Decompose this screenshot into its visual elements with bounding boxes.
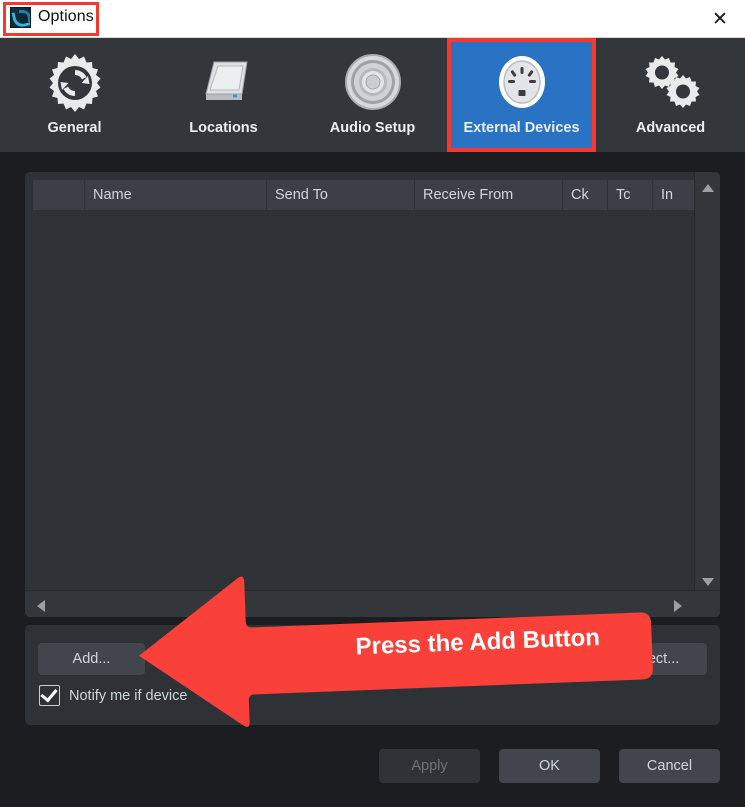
midi-connector-icon [490, 50, 554, 114]
scroll-up-arrow-icon[interactable] [702, 184, 714, 192]
device-actions-panel: Add... ...nect... Notify me if device [25, 625, 720, 725]
window-title: Options [38, 8, 94, 25]
title-bar: Options ✕ [0, 0, 745, 38]
two-gears-icon [639, 50, 703, 114]
column-header[interactable]: Receive From [415, 180, 563, 210]
tab-label: External Devices [463, 120, 580, 136]
settings-tab-bar: General Locations Audio Setup External D… [0, 38, 745, 152]
close-icon[interactable]: ✕ [703, 5, 737, 33]
notify-checkbox-row[interactable]: Notify me if device [39, 684, 188, 706]
column-header[interactable] [33, 180, 85, 210]
gear-refresh-icon [43, 50, 107, 114]
vertical-scrollbar[interactable] [694, 172, 720, 598]
options-dialog: Options ✕ General Locations Audio Setup … [0, 0, 745, 807]
scroll-down-arrow-icon[interactable] [702, 578, 714, 586]
scroll-left-arrow-icon[interactable] [37, 600, 45, 612]
hard-drive-icon [192, 50, 256, 114]
tab-audio-setup[interactable]: Audio Setup [298, 38, 447, 152]
horizontal-scrollbar[interactable] [25, 590, 720, 617]
device-table-header: Name Send To Receive From Ck Tc In [33, 180, 698, 210]
column-header[interactable]: In [653, 180, 698, 210]
column-header[interactable]: Ck [563, 180, 608, 210]
speaker-icon [341, 50, 405, 114]
column-header[interactable]: Tc [608, 180, 653, 210]
tab-label: General [47, 120, 102, 136]
add-device-button[interactable]: Add... [38, 643, 145, 675]
device-list-panel: Name Send To Receive From Ck Tc In [25, 172, 720, 617]
notify-checkbox[interactable] [39, 684, 60, 706]
apply-button[interactable]: Apply [379, 749, 480, 783]
tab-external-devices[interactable]: External Devices [447, 38, 596, 152]
notify-checkbox-label: Notify me if device [69, 687, 188, 704]
column-header[interactable]: Name [85, 180, 267, 210]
tab-label: Advanced [635, 120, 706, 136]
column-header[interactable]: Send To [267, 180, 415, 210]
ok-button[interactable]: OK [499, 749, 600, 783]
tab-label: Audio Setup [329, 120, 416, 136]
tab-label: Locations [189, 120, 258, 136]
checkmark-icon [40, 684, 58, 703]
connect-device-button[interactable]: ...nect... [600, 643, 707, 675]
scroll-right-arrow-icon[interactable] [674, 600, 682, 612]
cancel-button[interactable]: Cancel [619, 749, 720, 783]
tab-general[interactable]: General [0, 38, 149, 152]
waveform-app-icon [10, 6, 31, 28]
tab-advanced[interactable]: Advanced [596, 38, 745, 152]
dialog-footer: Apply OK Cancel [0, 725, 745, 807]
window-title-group: Options [6, 3, 102, 31]
tab-locations[interactable]: Locations [149, 38, 298, 152]
